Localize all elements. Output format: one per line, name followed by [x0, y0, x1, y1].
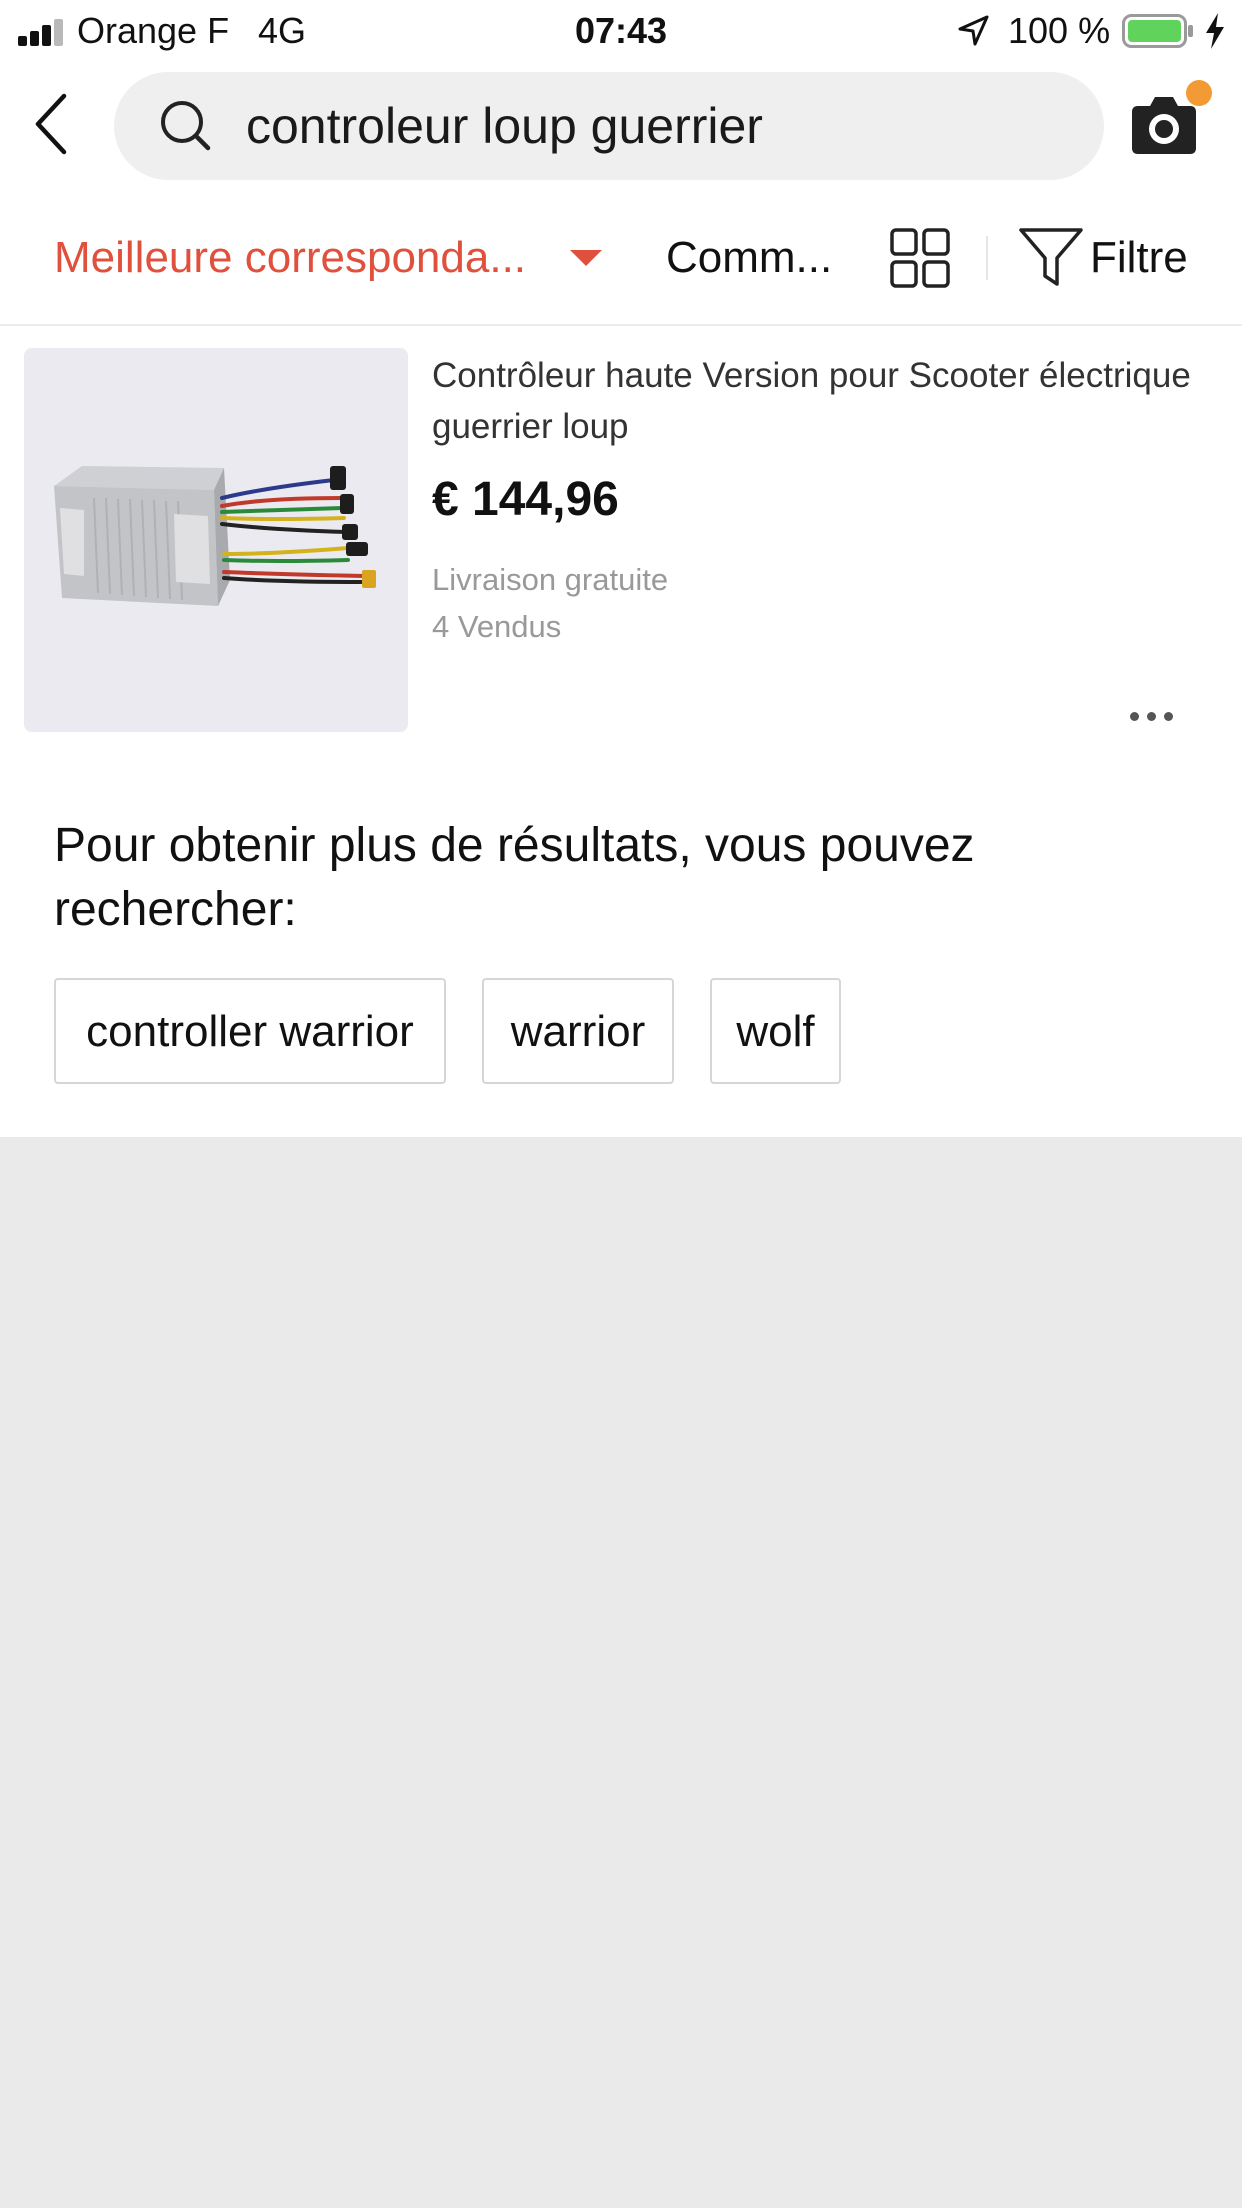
product-card[interactable]: Contrôleur haute Version pour Scooter él… [0, 340, 1242, 750]
charging-bolt-icon [1206, 13, 1224, 49]
divider [986, 236, 988, 280]
status-bar: Orange F 4G 07:43 100 % [0, 0, 1242, 62]
suggestion-chip-wolf[interactable]: wolf [710, 978, 841, 1084]
caret-down-icon[interactable] [570, 250, 602, 266]
filter-label: Filtre [1090, 233, 1188, 282]
sort-by-orders[interactable]: Comm... [666, 196, 832, 320]
location-arrow-icon [958, 15, 989, 46]
suggestion-heading: Pour obtenir plus de résultats, vous pou… [54, 819, 975, 936]
suggestion-chip-controller-warrior[interactable]: controller warrior [54, 978, 446, 1084]
camera-notification-badge [1186, 80, 1212, 106]
grid-view-icon[interactable] [890, 228, 950, 288]
product-price: € 144,96 [432, 473, 619, 526]
filter-button[interactable]: Filtre [1018, 226, 1194, 290]
battery-icon [1122, 14, 1193, 48]
product-title[interactable]: Contrôleur haute Version pour Scooter él… [432, 350, 1222, 452]
product-image[interactable] [24, 348, 408, 732]
sort-filter-bar: Meilleure corresponda... Comm... Filtre [0, 196, 1242, 326]
suggestion-chip-warrior[interactable]: warrior [482, 978, 674, 1084]
funnel-icon [1019, 228, 1083, 286]
sort-dropdown[interactable]: Meilleure corresponda... [54, 196, 526, 320]
sold-count: 4 Vendus [432, 609, 562, 644]
shipping-label: Livraison gratuite [432, 562, 669, 597]
more-horizontal-icon[interactable] [1130, 710, 1174, 724]
search-query: controleur loup guerrier [246, 98, 763, 154]
back-button[interactable] [28, 88, 80, 160]
battery-percent: 100 % [1008, 10, 1111, 51]
search-input[interactable]: controleur loup guerrier [114, 72, 1104, 180]
search-icon [161, 101, 211, 151]
